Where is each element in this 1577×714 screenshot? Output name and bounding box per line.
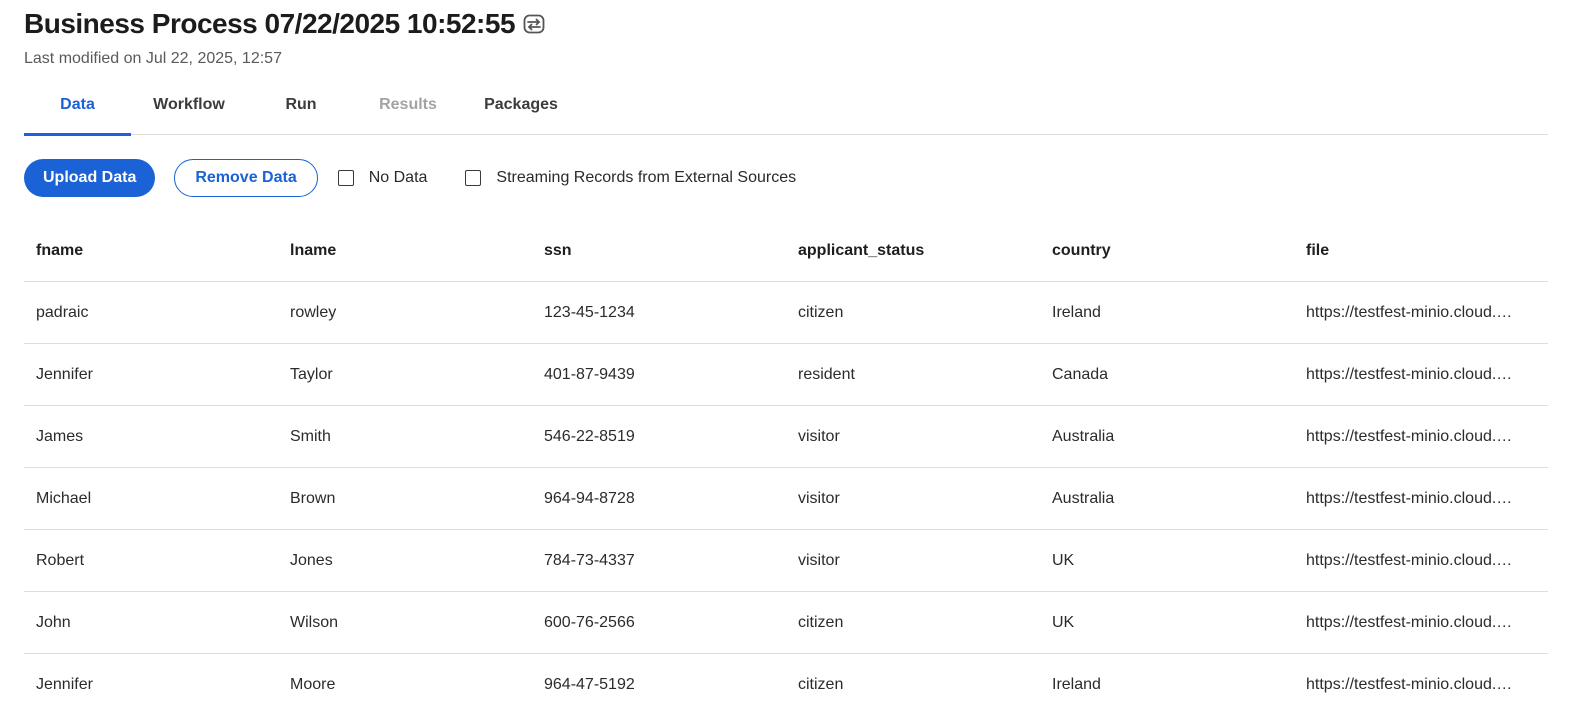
cell-fname: padraic (36, 303, 89, 321)
cell-country: Australia (1052, 427, 1115, 445)
table-row[interactable]: Robert Jones 784-73-4337 visitor UK https://t… (24, 530, 1548, 592)
cell-country: Ireland (1052, 303, 1101, 321)
cell-file: https://testfest-minio.cloud.… (1306, 676, 1513, 693)
no-data-label: No Data (368, 169, 428, 186)
cell-fname: Jennifer (36, 676, 93, 693)
tab-run[interactable]: Run (247, 85, 355, 135)
no-data-checkbox[interactable] (337, 170, 354, 186)
cell-file: https://testfest-minio.cloud.… (1306, 303, 1513, 321)
cell-ssn: 600-76-2566 (544, 613, 635, 631)
cell-ssn: 964-47-5192 (544, 676, 635, 693)
cell-file: https://testfest-minio.cloud.… (1306, 427, 1513, 445)
cell-lname: Jones (290, 551, 333, 569)
table-row[interactable]: James Smith 546-22-8519 visitor Australia htt… (24, 406, 1548, 468)
table-header-row: fname lname ssn applicant_status country… (24, 221, 1548, 282)
cell-applicant-status: visitor (798, 489, 840, 507)
cell-country: Australia (1052, 489, 1115, 507)
cell-fname: John (36, 613, 71, 631)
title-row: Business Process 07/22/2025 10:52:55 (24, 0, 1548, 48)
cell-lname: Moore (290, 676, 336, 693)
column-header-country[interactable]: country (1040, 242, 1294, 260)
cell-fname: James (36, 427, 84, 445)
streaming-records-label: Streaming Records from External Sources (496, 169, 797, 186)
cell-ssn: 964-94-8728 (544, 489, 635, 507)
tab-packages[interactable]: Packages (461, 85, 581, 135)
column-header-lname[interactable]: lname (278, 242, 532, 260)
cell-country: Canada (1052, 365, 1109, 383)
streaming-records-option[interactable]: Streaming Records from External Sources (465, 169, 796, 187)
compare-arrows-icon[interactable] (521, 11, 547, 37)
data-toolbar: Upload Data Remove Data No Data Streamin… (24, 159, 1548, 197)
cell-file: https://testfest-minio.cloud.… (1306, 365, 1513, 383)
table-row[interactable]: John Wilson 600-76-2566 citizen UK https://te… (24, 592, 1548, 654)
column-header-applicant-status[interactable]: applicant_status (786, 242, 1040, 260)
cell-country: UK (1052, 551, 1075, 569)
table-row[interactable]: Michael Brown 964-94-8728 visitor Australia h… (24, 468, 1548, 530)
table-row[interactable]: Jennifer Taylor 401-87-9439 resident Canada h… (24, 344, 1548, 406)
cell-lname: Taylor (290, 365, 333, 383)
tab-workflow[interactable]: Workflow (131, 85, 247, 135)
cell-lname: Wilson (290, 613, 339, 631)
cell-country: UK (1052, 613, 1075, 631)
no-data-option[interactable]: No Data (337, 169, 428, 187)
cell-applicant-status: citizen (798, 303, 844, 321)
table-body: padraic rowley 123-45-1234 citizen Ireland ht… (24, 282, 1548, 714)
cell-country: Ireland (1052, 676, 1101, 693)
cell-ssn: 784-73-4337 (544, 551, 635, 569)
cell-ssn: 123-45-1234 (544, 303, 635, 321)
tab-results: Results (379, 96, 437, 113)
tab-bar: Data Workflow Run Results Packages (24, 85, 1548, 136)
column-header-file[interactable]: file (1294, 242, 1548, 260)
streaming-records-checkbox[interactable] (465, 170, 482, 186)
cell-applicant-status: resident (798, 365, 855, 383)
cell-file: https://testfest-minio.cloud.… (1306, 551, 1513, 569)
column-header-fname[interactable]: fname (24, 242, 278, 260)
cell-fname: Jennifer (36, 365, 93, 383)
page-title: Business Process 07/22/2025 10:52:55 (24, 8, 516, 39)
tab-data[interactable]: Data (24, 85, 131, 136)
remove-data-button[interactable]: Remove Data (174, 159, 318, 197)
cell-ssn: 546-22-8519 (544, 427, 635, 445)
cell-file: https://testfest-minio.cloud.… (1306, 613, 1513, 631)
cell-applicant-status: visitor (798, 427, 840, 445)
cell-lname: Brown (290, 489, 336, 507)
cell-applicant-status: citizen (798, 613, 844, 631)
cell-file: https://testfest-minio.cloud.… (1306, 489, 1513, 507)
cell-lname: Smith (290, 427, 331, 445)
cell-fname: Michael (36, 489, 92, 507)
table-row[interactable]: padraic rowley 123-45-1234 citizen Ireland ht… (24, 282, 1548, 344)
business-process-page: Business Process 07/22/2025 10:52:55 Las… (0, 0, 1577, 714)
cell-lname: rowley (290, 303, 337, 321)
last-modified-text: Last modified on Jul 22, 2025, 12:57 (24, 50, 282, 67)
table-row[interactable]: Jennifer Moore 964-47-5192 citizen Ireland ht… (24, 654, 1548, 714)
cell-ssn: 401-87-9439 (544, 365, 635, 383)
cell-applicant-status: visitor (798, 551, 840, 569)
column-header-ssn[interactable]: ssn (532, 242, 786, 260)
cell-applicant-status: citizen (798, 676, 844, 693)
cell-fname: Robert (36, 551, 85, 569)
data-table: fname lname ssn applicant_status country… (24, 221, 1548, 714)
upload-data-button[interactable]: Upload Data (24, 159, 156, 197)
